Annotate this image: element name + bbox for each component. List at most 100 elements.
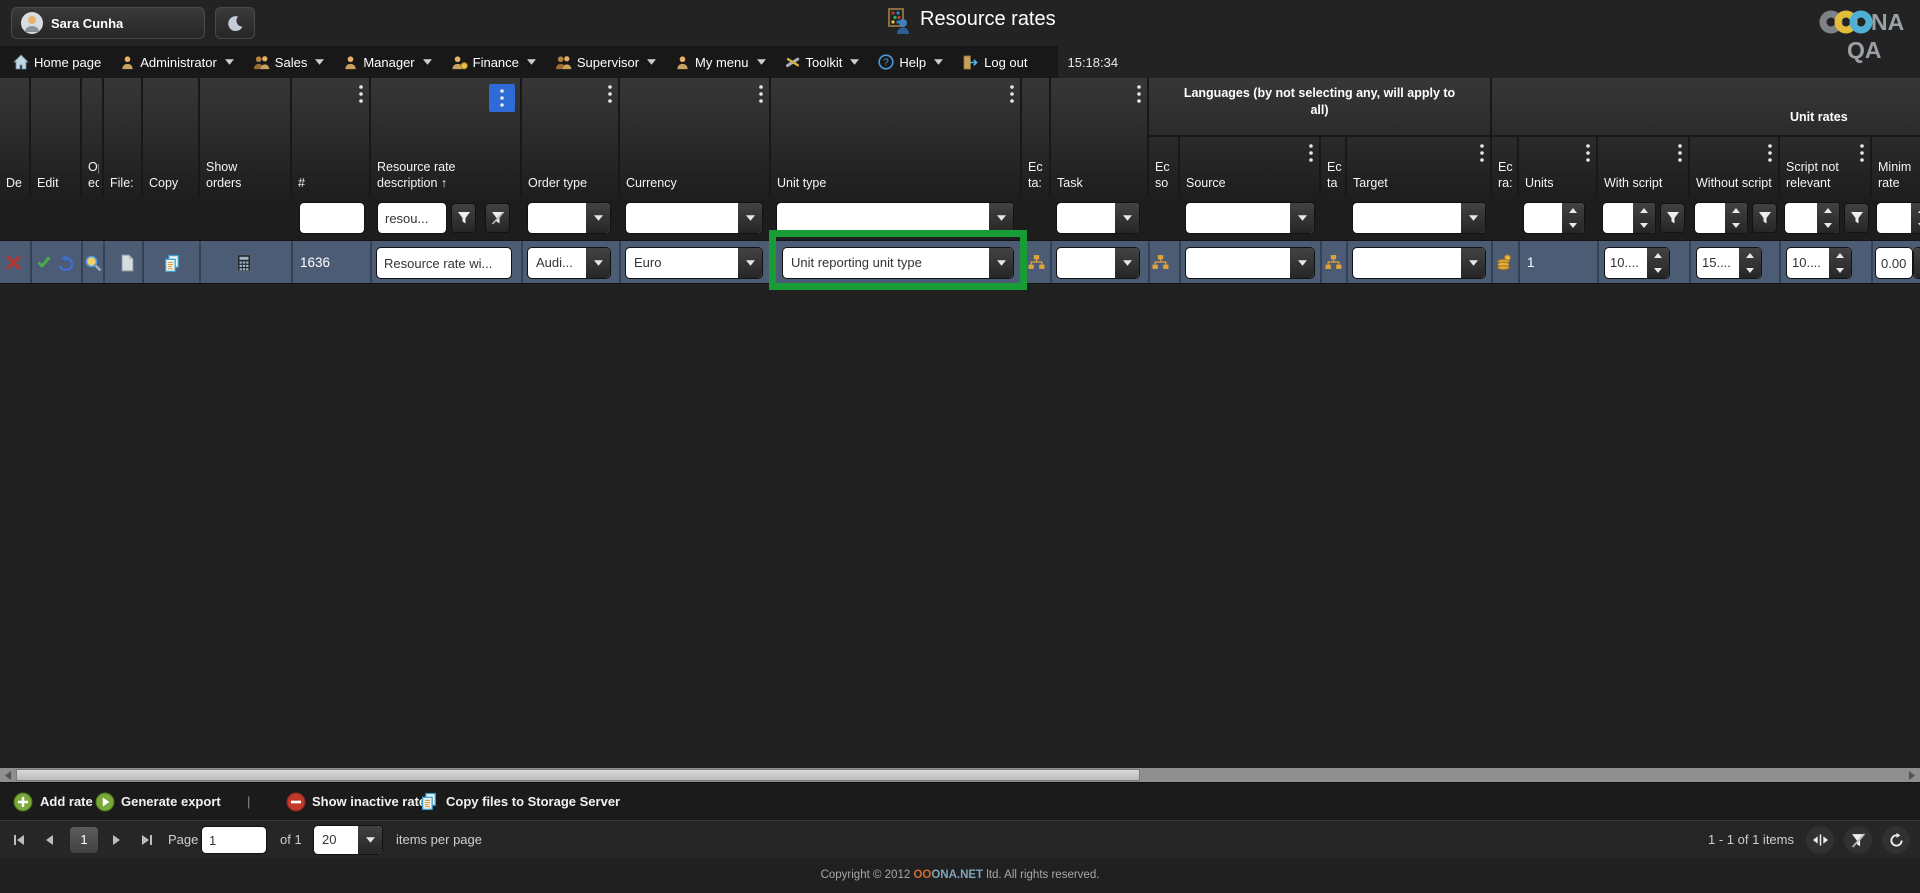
column-header-target[interactable]: Target xyxy=(1347,137,1492,196)
column-header-deactivate[interactable]: De xyxy=(0,78,31,196)
filter-with-script-funnel-button[interactable] xyxy=(1660,203,1685,233)
spin-up-icon[interactable] xyxy=(1914,248,1920,263)
page-size-dropdown[interactable]: 20 xyxy=(314,826,382,854)
spin-up-icon[interactable] xyxy=(1911,203,1920,218)
chevron-down-icon[interactable] xyxy=(1290,203,1314,233)
save-icon[interactable] xyxy=(36,255,52,271)
filter-units-spinner[interactable] xyxy=(1524,203,1584,233)
filter-minimum-rate-spinner[interactable] xyxy=(1877,203,1920,233)
spin-up-icon[interactable] xyxy=(1562,203,1584,218)
row-script-not-relevant-spinner[interactable]: 10.... xyxy=(1787,248,1851,278)
column-header-units[interactable]: Units xyxy=(1519,137,1598,196)
column-menu-icon[interactable] xyxy=(1309,144,1313,162)
add-icon[interactable] xyxy=(13,792,33,812)
column-menu-icon[interactable] xyxy=(1860,144,1864,162)
current-page-button[interactable]: 1 xyxy=(70,827,98,853)
spin-down-icon[interactable] xyxy=(1829,263,1851,278)
economy-target-sitemap-icon[interactable] xyxy=(1325,254,1342,270)
scrollbar-thumb[interactable] xyxy=(16,769,1140,781)
column-header-source[interactable]: Source xyxy=(1180,137,1321,196)
filter-without-script-spinner[interactable] xyxy=(1695,203,1747,233)
row-source-dropdown[interactable] xyxy=(1186,248,1314,278)
economy-source-sitemap-icon[interactable] xyxy=(1152,254,1169,270)
filter-task-dropdown[interactable] xyxy=(1057,203,1139,233)
spin-up-icon[interactable] xyxy=(1725,203,1747,218)
spin-down-icon[interactable] xyxy=(1725,218,1747,233)
filter-currency-dropdown[interactable] xyxy=(626,203,762,233)
column-menu-icon[interactable] xyxy=(1010,85,1014,103)
menu-item-home-page[interactable]: Home page xyxy=(13,54,101,70)
filter-unit-type-dropdown[interactable] xyxy=(777,203,1013,233)
dark-mode-toggle[interactable] xyxy=(215,7,255,39)
column-header-order-type[interactable]: Order type xyxy=(522,78,620,196)
scroll-right-icon[interactable] xyxy=(1908,771,1917,780)
row-unit-type-dropdown[interactable]: Unit reporting unit type xyxy=(783,248,1013,278)
filter-source-dropdown[interactable] xyxy=(1186,203,1314,233)
last-page-button[interactable] xyxy=(136,830,158,850)
economy-task-sitemap-icon[interactable] xyxy=(1028,254,1045,270)
column-header-script-not-relevant[interactable]: Script not relevant xyxy=(1780,137,1872,196)
column-menu-icon[interactable] xyxy=(1480,144,1484,162)
copy-icon[interactable] xyxy=(163,254,182,273)
column-header-task[interactable]: Task xyxy=(1051,78,1149,196)
column-menu-icon[interactable] xyxy=(1137,85,1141,103)
column-header-show-orders[interactable]: Show orders xyxy=(200,78,292,196)
economy-rate-coins-icon[interactable] xyxy=(1496,254,1512,270)
spin-down-icon[interactable] xyxy=(1817,218,1839,233)
spin-up-icon[interactable] xyxy=(1647,248,1669,263)
filter-target-dropdown[interactable] xyxy=(1353,203,1485,233)
clear-filters-button[interactable] xyxy=(1844,826,1872,854)
column-header-edit[interactable]: Edit xyxy=(31,78,82,196)
filter-without-script-funnel-button[interactable] xyxy=(1752,203,1777,233)
chevron-down-icon[interactable] xyxy=(1115,248,1139,278)
menu-item-log-out[interactable]: Log out xyxy=(962,55,1027,70)
spin-up-icon[interactable] xyxy=(1633,203,1655,218)
menu-item-finance[interactable]: Finance xyxy=(451,55,536,70)
column-header-without-script[interactable]: Without script xyxy=(1690,137,1780,196)
spin-down-icon[interactable] xyxy=(1647,263,1669,278)
spin-down-icon[interactable] xyxy=(1914,263,1920,278)
filter-description-input[interactable] xyxy=(378,203,446,233)
deactivate-icon[interactable] xyxy=(5,254,22,271)
menu-item-manager[interactable]: Manager xyxy=(343,55,431,70)
row-minimum-rate-input[interactable] xyxy=(1876,248,1912,278)
menu-item-sales[interactable]: Sales xyxy=(253,55,325,70)
column-header-id[interactable]: # xyxy=(292,78,371,196)
column-menu-icon[interactable] xyxy=(759,85,763,103)
column-header-ec-ta[interactable]: Ec ta: xyxy=(1022,78,1051,196)
filter-id-input[interactable] xyxy=(300,203,364,233)
filter-apply-button[interactable] xyxy=(451,203,476,233)
spin-down-icon[interactable] xyxy=(1739,263,1761,278)
column-header-opec[interactable]: Op ec xyxy=(82,78,104,196)
menu-item-administrator[interactable]: Administrator xyxy=(120,55,234,70)
column-header-minimum-rate[interactable]: Minim rate xyxy=(1872,137,1920,196)
menu-item-help[interactable]: Help xyxy=(878,54,943,70)
column-menu-icon[interactable] xyxy=(1586,144,1590,162)
chevron-down-icon[interactable] xyxy=(1461,203,1485,233)
view-zoom-icon[interactable] xyxy=(84,254,102,272)
spin-up-icon[interactable] xyxy=(1739,248,1761,263)
column-header-files[interactable]: File: xyxy=(104,78,143,196)
row-target-dropdown[interactable] xyxy=(1353,248,1485,278)
row-with-script-spinner[interactable]: 10.... xyxy=(1605,248,1669,278)
row-order-type-dropdown[interactable]: Audi... xyxy=(528,248,610,278)
add-rate-button[interactable]: Add rate xyxy=(40,783,93,820)
column-header-ec-ta-2[interactable]: Ec ta xyxy=(1321,137,1347,196)
show-orders-calculator-icon[interactable] xyxy=(236,254,252,272)
scroll-left-icon[interactable] xyxy=(3,771,12,780)
previous-page-button[interactable] xyxy=(38,830,60,850)
chevron-down-icon[interactable] xyxy=(738,203,762,233)
row-task-dropdown[interactable] xyxy=(1057,248,1139,278)
chevron-down-icon[interactable] xyxy=(989,203,1013,233)
generate-export-button[interactable]: Generate export xyxy=(121,783,221,820)
filter-order-type-dropdown[interactable] xyxy=(528,203,610,233)
column-header-copy[interactable]: Copy xyxy=(143,78,200,196)
chevron-down-icon[interactable] xyxy=(738,248,762,278)
fit-columns-button[interactable] xyxy=(1806,826,1834,854)
spin-down-icon[interactable] xyxy=(1633,218,1655,233)
refresh-button[interactable] xyxy=(1882,826,1910,854)
spin-down-icon[interactable] xyxy=(1911,218,1920,233)
row-minimum-rate-spinner[interactable] xyxy=(1914,248,1920,278)
column-menu-icon[interactable] xyxy=(1678,144,1682,162)
copy-files-button[interactable]: Copy files to Storage Server xyxy=(446,783,620,820)
